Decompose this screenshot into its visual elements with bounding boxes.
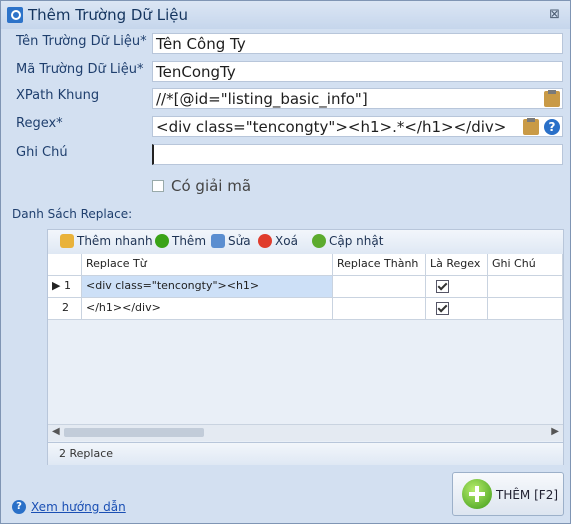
- replace-count: 2 Replace: [59, 447, 114, 460]
- note-cell[interactable]: [488, 298, 563, 320]
- scroll-left-icon[interactable]: ◀: [52, 426, 60, 437]
- name-label: Tên Trường Dữ Liệu*: [16, 34, 147, 49]
- note-field[interactable]: [152, 144, 563, 165]
- title-bar[interactable]: Thêm Trường Dữ Liệu ⊠: [1, 1, 570, 29]
- add-icon: [155, 234, 169, 248]
- delete-label: Xoá: [275, 234, 298, 248]
- scrollbar-thumb[interactable]: [64, 428, 204, 437]
- horizontal-scrollbar[interactable]: ◀ ▶: [48, 424, 563, 441]
- column-header-to[interactable]: Replace Thành: [333, 254, 426, 276]
- replace-from-cell[interactable]: </h1></div>: [82, 298, 333, 320]
- column-header-note[interactable]: Ghi Chú: [488, 254, 563, 276]
- grid-status-bar: 2 Replace: [48, 442, 563, 465]
- is-regex-checkbox[interactable]: [436, 280, 449, 293]
- row-number[interactable]: ▶ 1: [48, 276, 82, 298]
- plus-circle-icon: [462, 479, 492, 509]
- xpath-field[interactable]: //*[@id="listing_basic_info"]: [152, 88, 563, 109]
- table-empty-area: [48, 320, 563, 424]
- guide-link[interactable]: Xem hướng dẫn: [31, 500, 126, 514]
- add-label: Thêm: [172, 234, 207, 248]
- note-label: Ghi Chú: [16, 145, 68, 160]
- is-regex-checkbox[interactable]: [436, 302, 449, 315]
- replace-from-cell[interactable]: <div class="tencongty"><h1>: [82, 276, 333, 298]
- add-field-button[interactable]: THÊM [F2]: [452, 472, 564, 516]
- replace-toolbar: Thêm nhanh Thêm Sửa Xoá Cập nhật: [48, 230, 563, 255]
- xpath-label: XPath Khung: [16, 88, 100, 103]
- help-icon: ?: [12, 500, 26, 514]
- row-header-corner: [48, 254, 82, 276]
- replace-grid: Thêm nhanh Thêm Sửa Xoá Cập nhật Replace…: [47, 229, 564, 465]
- xpath-paste-icon[interactable]: [544, 90, 560, 107]
- column-header-from[interactable]: Replace Từ: [82, 254, 333, 276]
- decode-checkbox-box[interactable]: [152, 180, 164, 192]
- replace-to-cell[interactable]: [333, 298, 426, 320]
- name-field[interactable]: Tên Công Ty: [152, 33, 563, 54]
- row-number-text: 1: [63, 279, 71, 292]
- quick-add-icon: [60, 234, 74, 248]
- quick-add-label: Thêm nhanh: [77, 234, 153, 248]
- dialog-window: Thêm Trường Dữ Liệu ⊠ Tên Trường Dữ Liệu…: [0, 0, 571, 524]
- regex-label: Regex*: [16, 116, 63, 131]
- decode-label: Có giải mã: [171, 177, 252, 195]
- scroll-right-icon[interactable]: ▶: [551, 426, 559, 437]
- is-regex-cell[interactable]: [426, 298, 488, 320]
- is-regex-cell[interactable]: [426, 276, 488, 298]
- row-number[interactable]: 2: [48, 298, 82, 320]
- edit-icon: [211, 234, 225, 248]
- current-row-arrow-icon: ▶: [52, 279, 64, 292]
- replace-to-cell[interactable]: [333, 276, 426, 298]
- refresh-icon: [312, 234, 326, 248]
- edit-label: Sửa: [228, 234, 251, 248]
- delete-icon: [258, 234, 272, 248]
- code-label: Mã Trường Dữ Liệu*: [16, 62, 144, 77]
- regex-field[interactable]: <div class="tencongty"><h1>.*</h1></div>: [152, 116, 563, 137]
- add-field-button-label: THÊM [F2]: [496, 488, 559, 502]
- code-field[interactable]: TenCongTy: [152, 61, 563, 82]
- update-label: Cập nhật: [329, 234, 384, 248]
- close-icon[interactable]: ⊠: [549, 7, 560, 22]
- app-search-icon: [7, 7, 23, 23]
- note-cell[interactable]: [488, 276, 563, 298]
- replace-section-label: Danh Sách Replace:: [12, 207, 133, 221]
- regex-paste-icon[interactable]: [523, 118, 539, 135]
- window-title: Thêm Trường Dữ Liệu: [28, 6, 188, 24]
- column-header-regex[interactable]: Là Regex: [426, 254, 488, 276]
- regex-help-icon[interactable]: ?: [544, 119, 560, 135]
